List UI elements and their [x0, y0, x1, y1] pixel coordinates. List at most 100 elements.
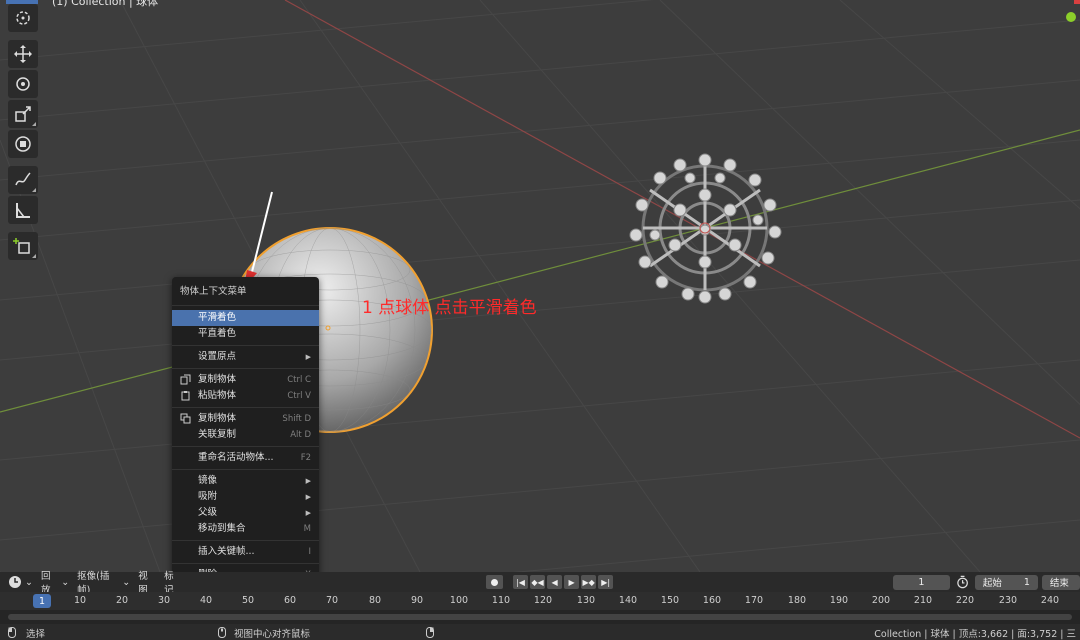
- ruler-tick: 240: [1040, 595, 1060, 606]
- ruler-tick: 100: [449, 595, 469, 606]
- measure-tool-button[interactable]: [8, 196, 38, 224]
- 3d-viewport[interactable]: (1) Collection | 球体 1 点球体 点击平滑着色: [0, 0, 1080, 572]
- gizmo-x-indicator: [1074, 0, 1080, 4]
- buckyball-object[interactable]: [629, 153, 782, 304]
- menu-item-parent[interactable]: 父级 ▶: [172, 505, 319, 521]
- submenu-arrow-icon: ▶: [305, 477, 311, 485]
- clock-icon: [9, 576, 21, 588]
- add-cube-icon: [13, 238, 30, 254]
- playhead-frame-indicator[interactable]: 1: [33, 594, 51, 608]
- rotate-icon: [16, 77, 30, 91]
- menu-item-label: 关联复制: [198, 429, 237, 440]
- ruler-tick: 190: [829, 595, 849, 606]
- ruler-tick: 110: [491, 595, 511, 606]
- annotate-icon: [15, 172, 31, 186]
- move-tool-button[interactable]: [8, 40, 38, 68]
- menu-item-insert-keyframe[interactable]: 插入关键帧... I: [172, 544, 319, 560]
- tool-shelf: [6, 4, 40, 262]
- menu-item-shortcut: Alt D: [290, 430, 311, 440]
- cursor-tool-button[interactable]: [8, 4, 38, 32]
- play-button[interactable]: ▶: [564, 575, 580, 589]
- menu-item-shortcut: Ctrl C: [287, 375, 311, 385]
- submenu-arrow-icon: ▶: [305, 493, 311, 501]
- ruler-tick: 40: [199, 595, 213, 606]
- timeline-scrollbar[interactable]: [0, 610, 1080, 624]
- start-frame-field[interactable]: 起始 1: [974, 574, 1038, 590]
- ruler-tick: 20: [115, 595, 129, 606]
- scale-tool-button[interactable]: [8, 100, 38, 128]
- jump-start-icon: |◀: [516, 577, 525, 587]
- next-keyframe-button[interactable]: ▶◆: [581, 575, 597, 589]
- menu-item-copy-objects[interactable]: 复制物体 Ctrl C: [172, 372, 319, 388]
- start-frame-label: 起始: [982, 578, 1002, 589]
- mouse-left-icon: [8, 627, 16, 638]
- menu-item-paste-objects[interactable]: 粘贴物体 Ctrl V: [172, 388, 319, 404]
- menu-item-label: 移动到集合: [198, 523, 246, 534]
- ruler-tick: 90: [410, 595, 424, 606]
- stopwatch-icon[interactable]: [956, 575, 969, 589]
- menu-item-shortcut: Shift D: [282, 414, 311, 424]
- play-icon: ▶: [568, 577, 575, 587]
- jump-start-button[interactable]: |◀: [512, 575, 528, 589]
- chevron-down-icon: ⌄: [61, 576, 70, 588]
- submenu-arrow-icon: ▶: [305, 509, 311, 517]
- menu-item-duplicate-linked[interactable]: 关联复制 Alt D: [172, 427, 319, 443]
- ruler-tick: 70: [325, 595, 339, 606]
- ruler-tick: 230: [998, 595, 1018, 606]
- menu-item-shade-smooth[interactable]: 平滑着色: [172, 310, 319, 326]
- prev-keyframe-button[interactable]: ◆◀: [529, 575, 546, 589]
- ruler-tick: 150: [660, 595, 680, 606]
- menu-item-rename-active[interactable]: 重命名活动物体... F2: [172, 450, 319, 466]
- ruler-tick: 220: [955, 595, 975, 606]
- menu-item-shortcut: Ctrl V: [287, 391, 311, 401]
- copy-icon: [180, 374, 191, 385]
- current-frame-field[interactable]: 1: [893, 574, 950, 590]
- ruler-tick: 120: [533, 595, 553, 606]
- menu-item-set-origin[interactable]: 设置原点 ▶: [172, 349, 319, 365]
- submenu-arrow-icon: ▶: [305, 353, 311, 361]
- transform-tool-button[interactable]: [8, 130, 38, 158]
- ruler-tick: 180: [787, 595, 807, 606]
- menu-item-shade-flat[interactable]: 平直着色: [172, 326, 319, 342]
- add-cube-tool-button[interactable]: [8, 232, 38, 260]
- mouse-middle-icon: [218, 627, 226, 638]
- menu-item-mirror[interactable]: 镜像 ▶: [172, 473, 319, 489]
- menu-item-label: 设置原点: [198, 351, 237, 362]
- play-reverse-button[interactable]: ◀: [547, 575, 563, 589]
- menu-item-label: 吸附: [198, 491, 218, 502]
- chevron-down-icon: ⌄: [25, 576, 33, 588]
- timeline-ruler[interactable]: 10 20 30 40 50 60 70 80 90 100 110 120 1…: [0, 592, 1080, 610]
- menu-item-move-to-collection[interactable]: 移动到集合 M: [172, 521, 319, 537]
- transform-icon: [15, 136, 31, 152]
- ruler-tick: 200: [871, 595, 891, 606]
- paste-icon: [181, 391, 190, 401]
- rotate-tool-button[interactable]: [8, 70, 38, 98]
- ruler-tick: 210: [913, 595, 933, 606]
- menu-title: 物体上下文菜单: [172, 277, 319, 306]
- status-middle-text: 视图中心对齐鼠标: [234, 629, 311, 640]
- gizmo-y-dot[interactable]: [1066, 12, 1076, 22]
- play-reverse-icon: ◀: [551, 577, 558, 587]
- chevron-down-icon: ⌄: [122, 576, 131, 588]
- end-frame-field[interactable]: 结束: [1041, 574, 1080, 590]
- ruler-tick: 130: [576, 595, 596, 606]
- scrollbar-thumb[interactable]: [8, 614, 1072, 620]
- menu-item-label: 插入关键帧...: [198, 546, 255, 557]
- menu-item-duplicate-objects[interactable]: 复制物体 Shift D: [172, 411, 319, 427]
- measure-icon: [16, 203, 30, 218]
- menu-item-shortcut: M: [303, 524, 311, 534]
- editor-type-button[interactable]: ⌄: [8, 575, 33, 589]
- mouse-right-icon: [426, 627, 434, 638]
- menu-item-snap[interactable]: 吸附 ▶: [172, 489, 319, 505]
- menu-item-label: 复制物体: [198, 413, 237, 424]
- ruler-tick: 50: [241, 595, 255, 606]
- cursor-icon: [16, 11, 30, 25]
- annotate-tool-button[interactable]: [8, 166, 38, 194]
- start-frame-value: 1: [1023, 576, 1030, 588]
- record-button[interactable]: [486, 575, 503, 589]
- move-icon: [14, 45, 32, 63]
- menu-item-label: 平直着色: [198, 328, 237, 339]
- status-left-text: 选择: [26, 629, 46, 640]
- ruler-tick: 160: [702, 595, 722, 606]
- jump-end-button[interactable]: ▶|: [598, 575, 614, 589]
